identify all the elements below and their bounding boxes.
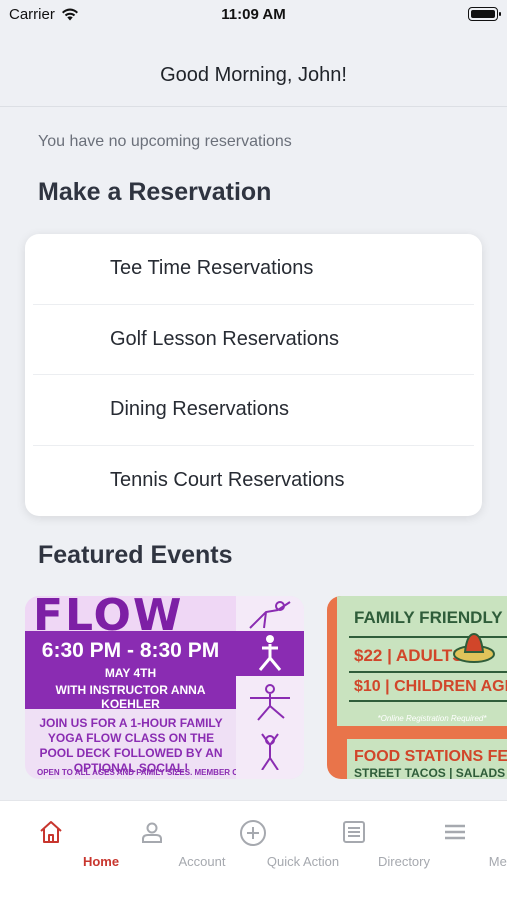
yoga-pose-icon [258, 635, 282, 671]
event-price-adults: $22 | ADULTS [354, 646, 464, 665]
event-banner-text: FLOW [33, 596, 184, 631]
event-food-items: STREET TACOS | SALADS [354, 766, 506, 779]
make-reservation-title: Make a Reservation [38, 178, 272, 206]
status-bar: Carrier 11:09 AM [0, 0, 507, 30]
tab-home[interactable]: Home [0, 801, 119, 881]
greeting-title: Good Morning, John! [160, 63, 347, 86]
tab-account[interactable]: Account [101, 801, 225, 881]
reservation-item-label: Tennis Court Reservations [110, 469, 345, 492]
event-card-yoga-flow[interactable]: FLOW 6:30 PM - 8:30 PM MAY 4TH WITH INST… [25, 596, 304, 779]
sombrero-icon [453, 632, 495, 663]
tab-menu[interactable]: Menu [404, 801, 507, 881]
event-heading: FAMILY FRIENDLY [354, 608, 503, 627]
reservation-list: Tee Time Reservations Golf Lesson Reserv… [25, 234, 482, 516]
yoga-pose-icon [249, 601, 291, 629]
event-price-children: $10 | CHILDREN AGE 4 & [354, 678, 507, 695]
featured-events-title: Featured Events [38, 541, 233, 569]
divider [349, 671, 507, 673]
yoga-pose-icon [261, 733, 279, 770]
reservation-item-label: Golf Lesson Reservations [110, 327, 340, 350]
event-description: JOIN US FOR A 1-HOUR FAMILY YOGA FLOW CL… [39, 716, 223, 775]
account-icon [141, 822, 162, 843]
event-date: MAY 4TH [104, 666, 157, 680]
reservation-item-label: Tee Time Reservations [110, 257, 314, 280]
event-banner: FLOW [25, 596, 236, 631]
reservation-item-tennis-court[interactable]: Tennis Court Reservations [33, 446, 474, 517]
no-reservations-message: You have no upcoming reservations [38, 133, 292, 150]
reservation-item-label: Dining Reservations [110, 398, 289, 421]
menu-icon [444, 824, 465, 840]
tab-directory[interactable]: Directory [303, 801, 430, 881]
event-instructor: WITH INSTRUCTOR ANNA KOEHLER [55, 683, 206, 711]
plus-circle-icon [239, 820, 266, 846]
event-fine-print: OPEN TO ALL AGES AND FAMILY SIZES. MEMBE… [37, 768, 267, 777]
event-time-block: 6:30 PM - 8:30 PM MAY 4TH WITH INSTRUCTO… [25, 631, 236, 711]
clock: 11:09 AM [221, 6, 286, 23]
event-card-family-friendly[interactable]: FAMILY FRIENDLY $22 | ADULTS $10 | CHILD… [327, 596, 507, 779]
yoga-pose-icon [250, 684, 290, 721]
divider [349, 700, 507, 702]
tab-bar: Home Account Quick Action Directory Menu [0, 800, 507, 900]
battery-icon [468, 7, 501, 21]
tab-label: Menu [488, 854, 507, 869]
directory-icon [342, 821, 365, 843]
reservation-item-golf-lesson[interactable]: Golf Lesson Reservations [33, 305, 474, 375]
reservation-item-dining[interactable]: Dining Reservations [33, 375, 474, 446]
event-food-heading: FOOD STATIONS FEATURIN [354, 748, 507, 765]
home-icon [39, 821, 62, 843]
event-registration-note: *Online Registration Required* [377, 714, 487, 723]
tab-quick-action[interactable]: Quick Action [202, 801, 339, 881]
greeting-header: Good Morning, John! [0, 44, 507, 107]
reservation-item-tee-time[interactable]: Tee Time Reservations [33, 234, 474, 305]
event-time: 6:30 PM - 8:30 PM [41, 639, 220, 662]
